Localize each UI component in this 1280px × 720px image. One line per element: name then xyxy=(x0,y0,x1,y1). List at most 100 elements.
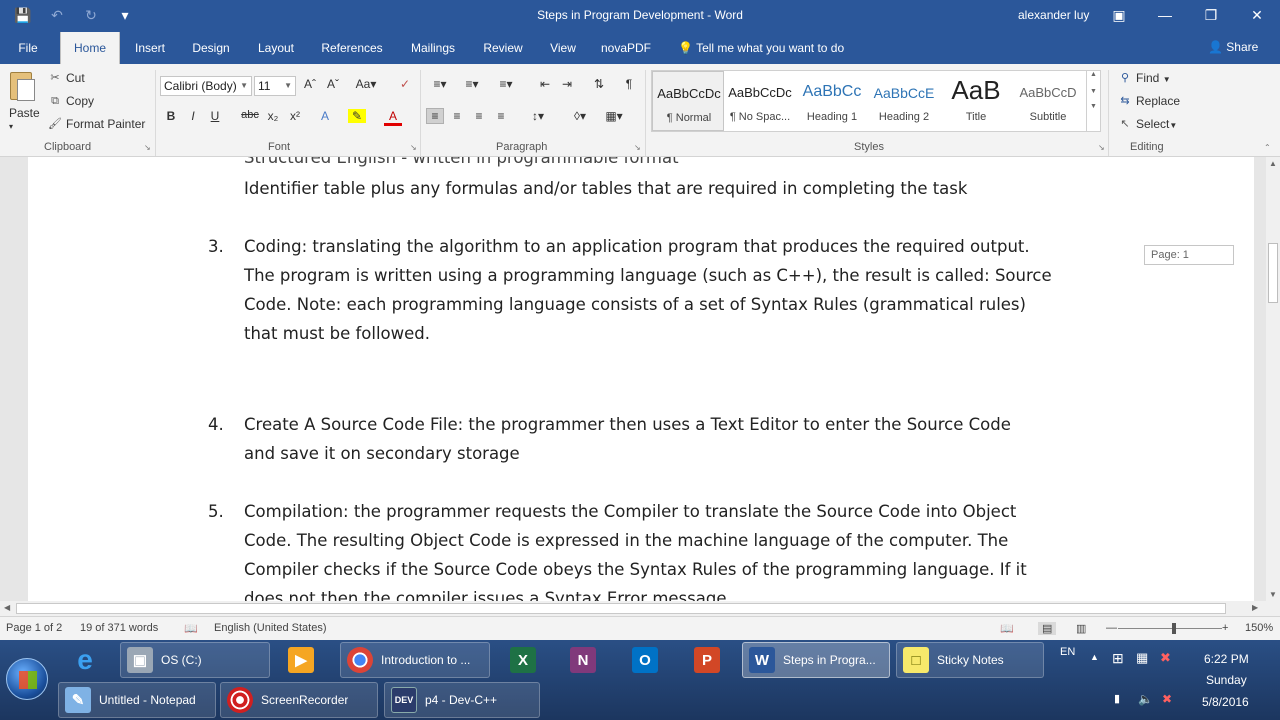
print-layout-icon[interactable]: ▤ xyxy=(1038,622,1057,635)
input-language[interactable]: EN xyxy=(1060,646,1075,658)
taskbar-item[interactable]: ScreenRecorder xyxy=(220,682,378,718)
taskbar-item-active[interactable]: W Steps in Progra... xyxy=(742,642,890,678)
taskbar-item[interactable]: DEV p4 - Dev-C++ xyxy=(384,682,540,718)
line-spacing-icon[interactable]: ↕▾ xyxy=(524,109,552,123)
tell-me-box[interactable]: 💡 Tell me what you want to do xyxy=(678,32,858,64)
tab-mailings[interactable]: Mailings xyxy=(404,32,462,64)
onenote-icon[interactable]: N xyxy=(564,642,608,678)
horizontal-scrollbar[interactable]: ◀ ▶ xyxy=(0,601,1266,616)
tab-review[interactable]: Review xyxy=(478,32,528,64)
justify-icon[interactable]: ≡ xyxy=(492,109,510,123)
scissors-icon[interactable]: ✂ xyxy=(48,72,62,84)
style-subtitle[interactable]: AaBbCcD Subtitle xyxy=(1012,71,1084,131)
taskbar-item[interactable]: □ Sticky Notes xyxy=(896,642,1044,678)
zoom-level[interactable]: 150% xyxy=(1245,622,1273,634)
strikethrough-icon[interactable]: abc xyxy=(240,109,260,121)
highlight-icon[interactable]: ✎ xyxy=(348,109,366,123)
volume-icon[interactable]: 🔈 xyxy=(1138,692,1153,706)
scroll-left-icon[interactable]: ◀ xyxy=(4,603,10,612)
clock-time[interactable]: 6:22 PM xyxy=(1204,652,1249,666)
tab-layout[interactable]: Layout xyxy=(252,32,300,64)
replace-button[interactable]: Replace xyxy=(1136,94,1180,108)
clock-day[interactable]: Sunday xyxy=(1206,673,1247,687)
taskbar-item[interactable]: ▣ OS (C:) xyxy=(120,642,270,678)
numbering-icon[interactable]: ≡▾ xyxy=(460,77,484,91)
taskbar-item[interactable]: ✎ Untitled - Notepad xyxy=(58,682,216,718)
user-name[interactable]: alexander luy xyxy=(1018,8,1089,22)
style-no-spacing[interactable]: AaBbCcDc ¶ No Spac... xyxy=(724,71,796,131)
replace-icon[interactable]: ⇆ xyxy=(1118,95,1132,107)
text-effects-icon[interactable]: A xyxy=(316,109,334,123)
borders-icon[interactable]: ▦▾ xyxy=(600,109,628,123)
tab-home[interactable]: Home xyxy=(60,32,120,64)
show-hidden-icons-icon[interactable]: ▲ xyxy=(1090,652,1099,662)
read-mode-icon[interactable]: 📖 xyxy=(1000,622,1014,635)
zoom-in-icon[interactable]: + xyxy=(1222,622,1228,634)
scroll-up-icon[interactable]: ▲ xyxy=(1266,159,1280,168)
network-icon[interactable]: ▮ xyxy=(1114,692,1120,705)
ribbon-display-options-icon[interactable]: ▣ xyxy=(1096,0,1142,30)
style-heading-1[interactable]: AaBbCc Heading 1 xyxy=(796,71,868,131)
tab-view[interactable]: View xyxy=(544,32,582,64)
tab-file[interactable]: File xyxy=(10,32,46,64)
word-count[interactable]: 19 of 371 words xyxy=(80,622,158,634)
tab-design[interactable]: Design xyxy=(186,32,236,64)
styles-launcher-icon[interactable]: ↘ xyxy=(1098,143,1105,152)
language[interactable]: English (United States) xyxy=(214,622,327,634)
paste-label[interactable]: Paste xyxy=(9,106,40,120)
underline-icon[interactable]: U xyxy=(206,109,224,123)
find-button[interactable]: Find ▼ xyxy=(1136,71,1171,85)
taskbar-item[interactable]: Introduction to ... xyxy=(340,642,490,678)
decrease-indent-icon[interactable]: ⇤ xyxy=(536,77,554,91)
media-player-icon[interactable]: ▶ xyxy=(282,642,326,678)
shading-icon[interactable]: ◊▾ xyxy=(566,109,594,123)
style-heading-2[interactable]: AaBbCcE Heading 2 xyxy=(868,71,940,131)
change-case-icon[interactable]: Aa▾ xyxy=(352,77,380,91)
paragraph-launcher-icon[interactable]: ↘ xyxy=(634,143,641,152)
bullets-icon[interactable]: ≡▾ xyxy=(428,77,452,91)
scroll-right-icon[interactable]: ▶ xyxy=(1252,603,1258,612)
tab-references[interactable]: References xyxy=(316,32,388,64)
scroll-up-icon[interactable]: ▲ xyxy=(1087,71,1100,78)
scroll-down-icon[interactable]: ▼ xyxy=(1266,590,1280,599)
format-painter-button[interactable]: Format Painter xyxy=(66,117,145,131)
clipboard-launcher-icon[interactable]: ↘ xyxy=(144,143,151,152)
bold-icon[interactable]: B xyxy=(162,109,180,123)
clear-formatting-icon[interactable]: ✓ xyxy=(396,77,414,91)
multilevel-list-icon[interactable]: ≡▾ xyxy=(494,77,518,91)
more-styles-icon[interactable]: ▼ xyxy=(1087,103,1100,110)
paste-dropdown-icon[interactable]: ▾ xyxy=(9,122,13,131)
scroll-thumb[interactable] xyxy=(16,603,1226,614)
style-normal[interactable]: AaBbCcDc ¶ Normal xyxy=(652,71,724,131)
tab-insert[interactable]: Insert xyxy=(128,32,172,64)
font-color-icon[interactable]: A xyxy=(384,109,402,126)
excel-icon[interactable]: X xyxy=(504,642,548,678)
restore-icon[interactable]: ❐ xyxy=(1188,0,1234,30)
powerpoint-icon[interactable]: P xyxy=(688,642,732,678)
internet-explorer-icon[interactable]: e xyxy=(66,642,110,678)
find-icon[interactable]: ⚲ xyxy=(1118,72,1132,84)
zoom-slider[interactable] xyxy=(1118,628,1222,629)
document-page[interactable]: Structured English - written in programm… xyxy=(28,157,1254,601)
italic-icon[interactable]: I xyxy=(184,109,202,123)
grow-font-icon[interactable]: Aˆ xyxy=(301,77,319,91)
close-icon[interactable]: ✕ xyxy=(1234,0,1280,30)
select-button[interactable]: Select▼ xyxy=(1136,117,1177,131)
align-right-icon[interactable]: ≡ xyxy=(470,109,488,123)
proofing-icon[interactable]: 📖 xyxy=(184,622,198,635)
zoom-slider-knob[interactable] xyxy=(1172,623,1176,634)
font-name-combo[interactable]: Calibri (Body) ▼ xyxy=(160,76,252,96)
scroll-thumb[interactable] xyxy=(1268,243,1278,303)
style-title[interactable]: AaB Title xyxy=(940,71,1012,131)
subscript-icon[interactable]: x₂ xyxy=(264,109,282,123)
font-size-combo[interactable]: 11 ▼ xyxy=(254,76,296,96)
paste-icon[interactable] xyxy=(10,72,35,101)
share-button[interactable]: 👤 Share xyxy=(1208,40,1258,54)
sort-icon[interactable]: ⇅ xyxy=(590,77,608,91)
outlook-icon[interactable]: O xyxy=(626,642,670,678)
font-launcher-icon[interactable]: ↘ xyxy=(410,143,417,152)
minimize-icon[interactable]: — xyxy=(1142,0,1188,30)
vertical-scrollbar[interactable]: ▲ ▼ xyxy=(1266,157,1280,601)
page-count[interactable]: Page 1 of 2 xyxy=(6,622,62,634)
superscript-icon[interactable]: x² xyxy=(286,109,304,123)
